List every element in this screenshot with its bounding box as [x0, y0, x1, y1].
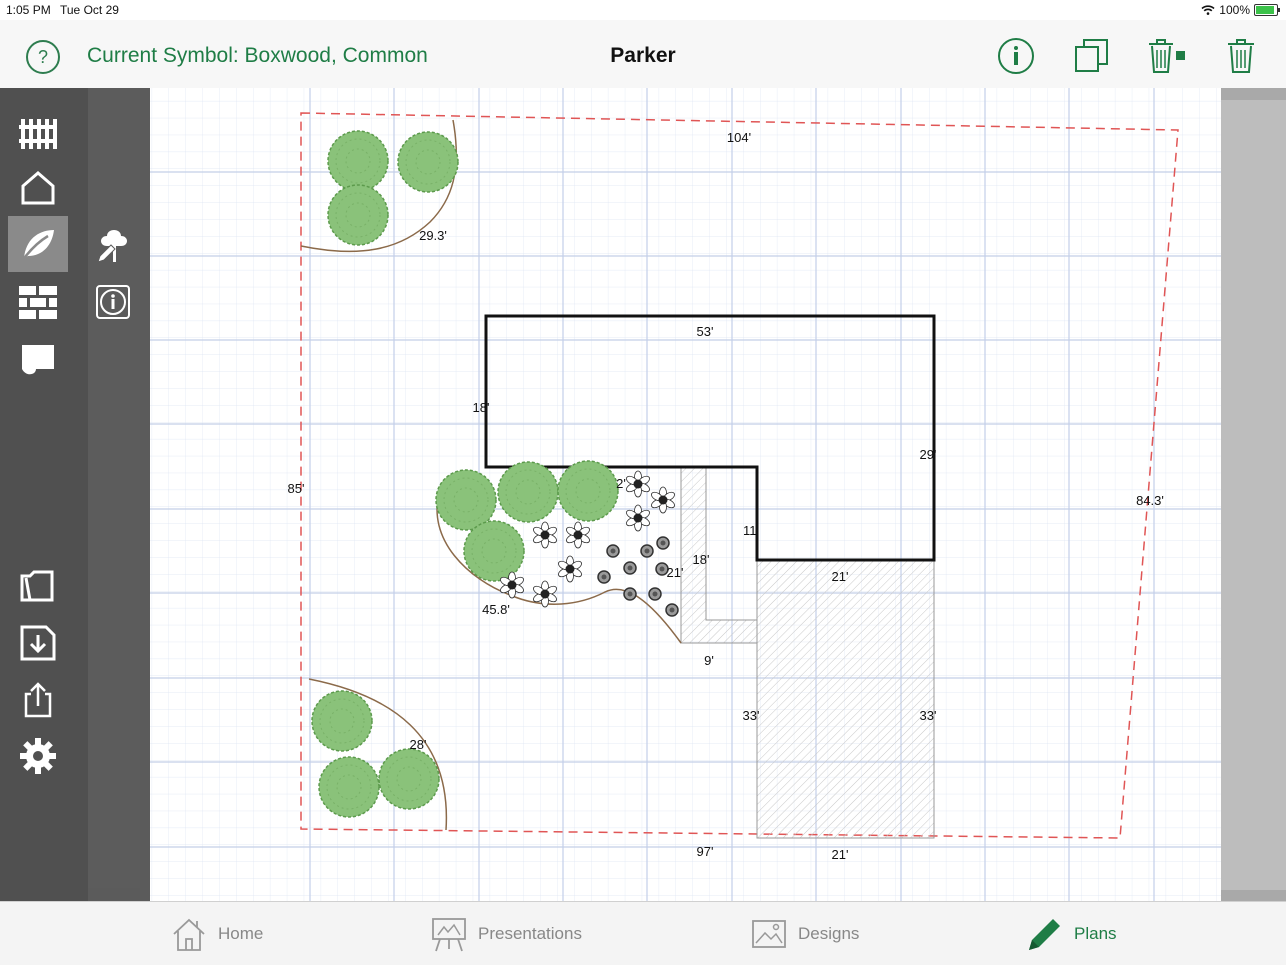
fence-tool[interactable] [8, 105, 68, 161]
delete-selected-button[interactable] [1145, 36, 1185, 76]
status-bar: 1:05 PM Tue Oct 29 100% [0, 0, 1286, 20]
folder-icon [20, 570, 54, 602]
dim-walk-long: 18' [693, 552, 710, 567]
copy-icon [1075, 39, 1108, 72]
plants-tool[interactable] [8, 216, 68, 272]
dim-property-right: 84.3' [1136, 493, 1164, 508]
area-tool[interactable] [8, 331, 68, 387]
edit-plant-tool[interactable] [83, 218, 143, 274]
dim-house-right: 29' [920, 447, 937, 462]
dim-house-left: 18' [473, 400, 490, 415]
help-button[interactable]: ? [26, 40, 60, 74]
share-icon [24, 682, 52, 718]
dim-bed-bottom-left: 28' [410, 737, 427, 752]
save-icon [20, 625, 56, 661]
battery-icon [1254, 4, 1280, 16]
dim-house-small: 2' [616, 476, 626, 491]
dim-property-top: 104' [727, 130, 751, 145]
house-outline-icon [21, 171, 55, 205]
tab-home-label: Home [218, 924, 264, 943]
leaf-icon [20, 230, 54, 262]
gear-icon [20, 738, 56, 774]
duplicate-button[interactable] [1072, 36, 1112, 76]
dim-walk-short: 9' [704, 653, 714, 668]
open-file-button[interactable] [8, 558, 68, 614]
hardscape-tool[interactable] [8, 275, 68, 331]
trash-selected-icon [1149, 39, 1185, 73]
info-button[interactable] [996, 36, 1036, 76]
tab-designs-label: Designs [798, 924, 860, 943]
battery-fill [1256, 6, 1274, 14]
right-gutter [1221, 88, 1286, 901]
tab-plans-label: Plans [1074, 924, 1117, 943]
settings-button[interactable] [8, 728, 68, 784]
tab-presentations[interactable]: Presentations [430, 914, 582, 954]
plan-canvas[interactable]: 104' 85' 84.3' 97' 29.3' 28' 45.8' 53' 1… [150, 88, 1221, 901]
sub-tool-column [88, 88, 140, 888]
driveway[interactable] [756, 559, 935, 839]
tree-pencil-icon [97, 230, 127, 263]
tab-presentations-label: Presentations [478, 924, 582, 943]
dim-bed-top-left: 29.3' [419, 228, 447, 243]
brick-icon [19, 286, 57, 319]
dim-house-notch: 11' [743, 523, 759, 538]
dim-walk-inner: 21' [667, 565, 684, 580]
dim-drive-right: 33' [920, 708, 937, 723]
tab-home[interactable]: Home [170, 914, 263, 954]
dim-bed-center: 45.8' [482, 602, 510, 617]
current-symbol-label[interactable]: Current Symbol: Boxwood, Common [87, 44, 428, 68]
save-button[interactable] [8, 615, 68, 671]
info-square-icon [96, 285, 130, 319]
tab-plans[interactable]: Plans [1026, 914, 1117, 954]
plan-drawing[interactable]: 104' 85' 84.3' 97' 29.3' 28' 45.8' 53' 1… [150, 88, 1221, 901]
fence-icon [19, 119, 57, 149]
tool-sidebar [0, 88, 150, 901]
plant-info-tool[interactable] [83, 274, 143, 330]
tab-designs[interactable]: Designs [750, 914, 859, 954]
dim-property-left: 85' [288, 481, 305, 496]
dim-drive-left: 33' [743, 708, 760, 723]
dim-drive-bottom: 21' [832, 847, 849, 862]
image-landscape-icon [752, 920, 786, 948]
status-right: 100% [1201, 3, 1280, 17]
structure-tool[interactable] [8, 160, 68, 216]
share-button[interactable] [8, 672, 68, 728]
trash-icon [1228, 39, 1254, 73]
question-circle-icon: ? [37, 46, 48, 67]
top-toolbar: ? Current Symbol: Boxwood, Common Parker [0, 20, 1286, 89]
dim-house-top: 53' [697, 324, 714, 339]
bottom-tab-bar: Home Presentations Designs Plans [0, 901, 1286, 965]
pencil-icon [1029, 919, 1060, 950]
home-icon [173, 918, 205, 951]
status-time: 1:05 PM [6, 3, 51, 17]
dim-property-bottom: 97' [697, 844, 714, 859]
delete-button[interactable] [1222, 36, 1262, 76]
main-tool-column [0, 88, 88, 901]
dim-house-bottom: 21' [832, 569, 849, 584]
info-circle-icon [998, 38, 1034, 74]
wifi-icon [1201, 5, 1215, 15]
status-date: Tue Oct 29 [60, 3, 119, 17]
presentation-easel-icon [432, 918, 466, 952]
area-shape-icon [22, 345, 54, 375]
right-gutter-inner [1221, 100, 1286, 890]
battery-percent: 100% [1219, 3, 1250, 17]
